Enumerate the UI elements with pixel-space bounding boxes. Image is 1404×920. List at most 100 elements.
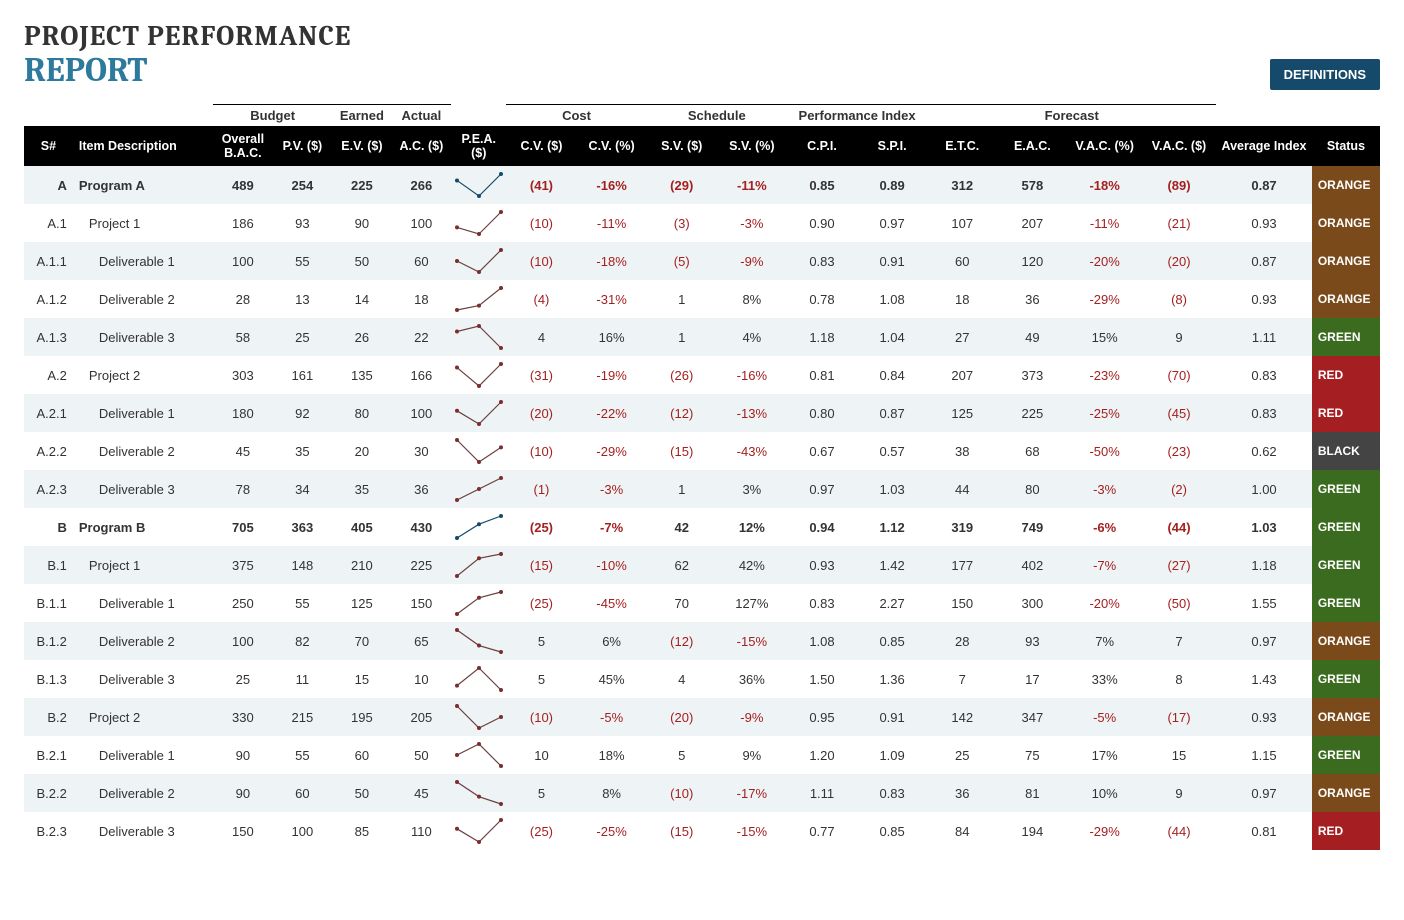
table-row: B.1.1Deliverable 125055125150(25)-45%701… <box>24 584 1380 622</box>
cell-sn: B <box>24 508 73 546</box>
cell-bac: 58 <box>213 318 273 356</box>
cell-ac: 50 <box>392 736 452 774</box>
cell-vacp: 15% <box>1067 318 1141 356</box>
cell-desc: Program B <box>73 508 213 546</box>
cell-vac: 9 <box>1142 774 1216 812</box>
cell-ev: 14 <box>332 280 392 318</box>
cell-sv: (15) <box>647 812 717 850</box>
cell-sv: 70 <box>647 584 717 622</box>
cell-ev: 195 <box>332 698 392 736</box>
cell-sv: 4 <box>647 660 717 698</box>
cell-ac: 30 <box>392 432 452 470</box>
status-badge: RED <box>1312 356 1380 394</box>
definitions-button[interactable]: DEFINITIONS <box>1270 59 1380 90</box>
cell-ac: 60 <box>392 242 452 280</box>
cell-cpi: 1.08 <box>787 622 857 660</box>
cell-cpi: 0.94 <box>787 508 857 546</box>
cell-sparkline <box>451 736 506 774</box>
cell-vacp: -7% <box>1067 546 1141 584</box>
cell-sn: B.1 <box>24 546 73 584</box>
cell-cv: (15) <box>506 546 576 584</box>
col-avg: Average Index <box>1216 126 1312 166</box>
cell-cvp: -22% <box>577 394 647 432</box>
cell-sn: A.1.1 <box>24 242 73 280</box>
cell-cv: 5 <box>506 622 576 660</box>
cell-ev: 70 <box>332 622 392 660</box>
col-sv: S.V. ($) <box>647 126 717 166</box>
cell-bac: 45 <box>213 432 273 470</box>
cell-pv: 11 <box>273 660 333 698</box>
cell-vac: 7 <box>1142 622 1216 660</box>
cell-eac: 347 <box>997 698 1067 736</box>
status-badge: GREEN <box>1312 736 1380 774</box>
cell-desc: Deliverable 1 <box>73 584 213 622</box>
cell-ev: 125 <box>332 584 392 622</box>
table-row: B.1.2Deliverable 210082706556%(12)-15%1.… <box>24 622 1380 660</box>
cell-ev: 50 <box>332 774 392 812</box>
status-badge: ORANGE <box>1312 242 1380 280</box>
cell-ev: 60 <box>332 736 392 774</box>
cell-cvp: 18% <box>577 736 647 774</box>
group-earned: Earned <box>332 105 392 127</box>
cell-pv: 55 <box>273 242 333 280</box>
cell-spi: 2.27 <box>857 584 927 622</box>
cell-cpi: 0.85 <box>787 166 857 204</box>
cell-ev: 225 <box>332 166 392 204</box>
cell-sparkline <box>451 660 506 698</box>
cell-sparkline <box>451 432 506 470</box>
cell-bac: 180 <box>213 394 273 432</box>
table-row: A.1.3Deliverable 358252622416%14%1.181.0… <box>24 318 1380 356</box>
cell-pv: 215 <box>273 698 333 736</box>
group-actual: Actual <box>392 105 452 127</box>
cell-bac: 375 <box>213 546 273 584</box>
cell-cvp: -18% <box>577 242 647 280</box>
cell-cvp: 45% <box>577 660 647 698</box>
cell-avg: 1.15 <box>1216 736 1312 774</box>
cell-avg: 1.00 <box>1216 470 1312 508</box>
cell-ev: 90 <box>332 204 392 242</box>
cell-vac: (20) <box>1142 242 1216 280</box>
cell-desc: Deliverable 2 <box>73 622 213 660</box>
page-title-line2: REPORT <box>24 50 1380 90</box>
cell-cvp: 8% <box>577 774 647 812</box>
cell-cv: 10 <box>506 736 576 774</box>
cell-sparkline <box>451 280 506 318</box>
cell-cpi: 0.78 <box>787 280 857 318</box>
cell-sn: A <box>24 166 73 204</box>
cell-sparkline <box>451 622 506 660</box>
cell-ac: 18 <box>392 280 452 318</box>
cell-svp: 3% <box>717 470 787 508</box>
cell-spi: 0.97 <box>857 204 927 242</box>
cell-avg: 0.62 <box>1216 432 1312 470</box>
cell-sparkline <box>451 242 506 280</box>
cell-bac: 150 <box>213 812 273 850</box>
cell-etc: 7 <box>927 660 997 698</box>
cell-sn: B.1.2 <box>24 622 73 660</box>
cell-sn: B.2.3 <box>24 812 73 850</box>
cell-svp: -15% <box>717 622 787 660</box>
cell-spi: 0.83 <box>857 774 927 812</box>
table-row: BProgram B705363405430(25)-7%4212%0.941.… <box>24 508 1380 546</box>
cell-eac: 300 <box>997 584 1067 622</box>
status-badge: ORANGE <box>1312 698 1380 736</box>
cell-bac: 100 <box>213 242 273 280</box>
cell-sparkline <box>451 774 506 812</box>
cell-vac: (89) <box>1142 166 1216 204</box>
cell-vacp: -29% <box>1067 812 1141 850</box>
cell-cv: (20) <box>506 394 576 432</box>
cell-sv: (26) <box>647 356 717 394</box>
cell-vacp: -25% <box>1067 394 1141 432</box>
cell-avg: 1.55 <box>1216 584 1312 622</box>
cell-cpi: 0.67 <box>787 432 857 470</box>
cell-vac: (2) <box>1142 470 1216 508</box>
col-desc: Item Description <box>73 126 213 166</box>
cell-vac: (8) <box>1142 280 1216 318</box>
cell-cvp: 16% <box>577 318 647 356</box>
cell-cvp: -25% <box>577 812 647 850</box>
cell-sv: 42 <box>647 508 717 546</box>
cell-sv: (15) <box>647 432 717 470</box>
cell-avg: 1.11 <box>1216 318 1312 356</box>
cell-sv: (12) <box>647 394 717 432</box>
cell-vacp: -20% <box>1067 242 1141 280</box>
cell-cpi: 0.90 <box>787 204 857 242</box>
